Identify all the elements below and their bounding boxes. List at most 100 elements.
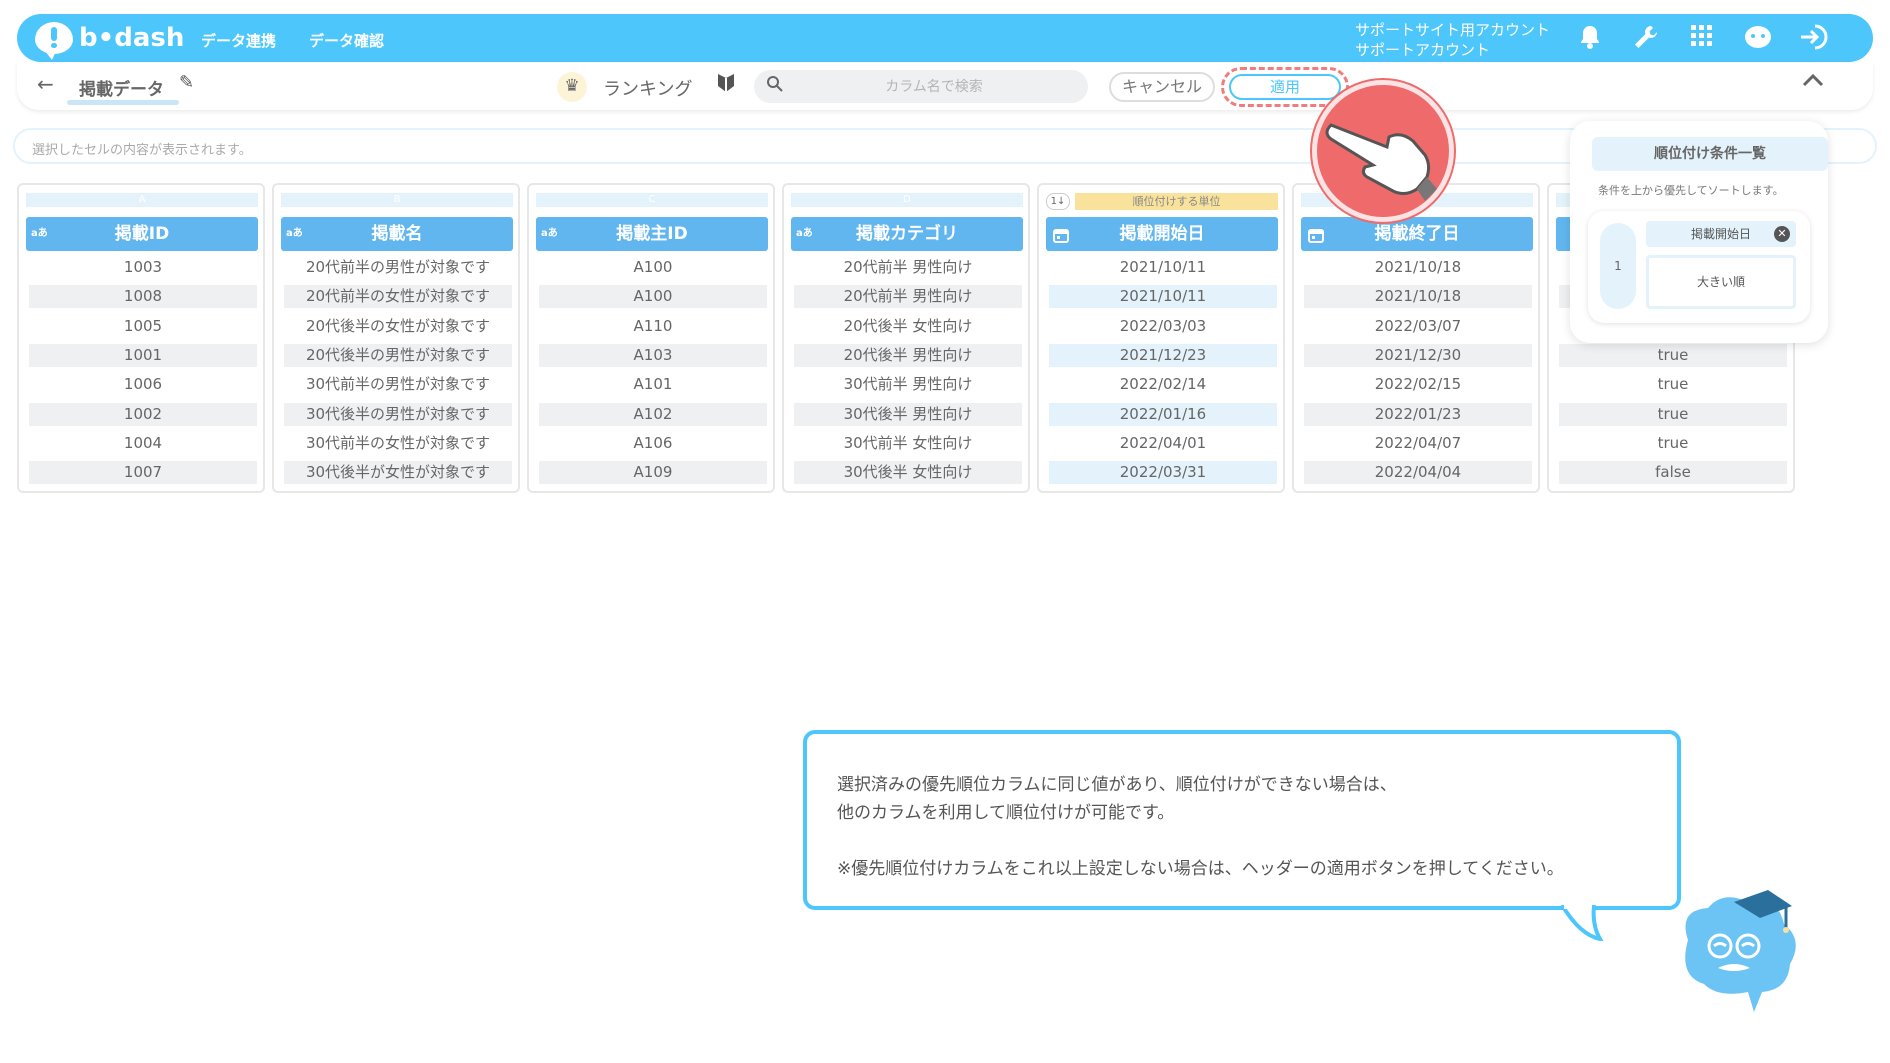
column-header-label: 掲載主ID (616, 224, 688, 244)
table-cell[interactable]: 2021/10/11 (1049, 256, 1277, 279)
table-cell[interactable]: 1008 (29, 285, 257, 309)
table-cell[interactable]: 2021/12/30 (1304, 343, 1532, 367)
table-cell[interactable]: 1004 (29, 432, 257, 455)
table-column: Daあ 掲載カテゴリ 20代前半 男性向け 20代前半 男性向け 20代後半 女性向け 2… (782, 183, 1030, 493)
column-header[interactable]: aあ 掲載主ID (536, 217, 768, 251)
column-header[interactable]: aあ 掲載カテゴリ (791, 217, 1023, 251)
priority-unit-label: 順位付けする単位 (1075, 193, 1278, 210)
table-cell[interactable]: 30代後半の男性が対象です (284, 402, 512, 426)
table-cell[interactable]: true (1559, 402, 1787, 426)
table-cell[interactable]: 2021/10/18 (1304, 256, 1532, 279)
logout-icon[interactable] (1799, 24, 1829, 54)
chevron-up-icon[interactable] (1801, 69, 1825, 94)
sort-priority-icon[interactable]: 1↓ (1046, 193, 1070, 210)
table-cell[interactable]: 30代前半 女性向け (794, 432, 1022, 455)
table-cell[interactable]: 2021/10/18 (1304, 285, 1532, 309)
mascot-chat-icon[interactable] (1743, 24, 1773, 54)
ranking-priority-number[interactable]: 1 (1600, 223, 1636, 309)
column-letter[interactable]: D (791, 193, 1023, 207)
table-cell[interactable]: 20代後半 男性向け (794, 343, 1022, 367)
table-cell[interactable]: 30代前半の女性が対象です (284, 432, 512, 455)
table-cell[interactable]: 2022/04/01 (1049, 432, 1277, 455)
table-cell[interactable]: 1003 (29, 256, 257, 279)
nav-data-integration[interactable]: データ連携 (201, 30, 276, 51)
beginner-mark-icon[interactable] (717, 72, 735, 99)
balloon-tail (1560, 905, 1604, 941)
table-cell[interactable]: A109 (539, 461, 767, 485)
crown-icon: ♛ (557, 72, 587, 102)
ranking-field-label: 掲載開始日 (1690, 227, 1751, 241)
calendar-icon (1053, 217, 1069, 251)
ranking-conditions-panel: 順位付け条件一覧 条件を上から優先してソートします。 1 掲載開始日 ✕ 大きい… (1570, 121, 1828, 343)
table-cell[interactable]: 30代前半の男性が対象です (284, 373, 512, 396)
table-cell[interactable]: true (1559, 432, 1787, 455)
close-icon[interactable]: ✕ (1774, 226, 1790, 242)
table-cell[interactable]: 1007 (29, 461, 257, 485)
table-cell[interactable]: 30代後半 男性向け (794, 402, 1022, 426)
table-cell[interactable]: A110 (539, 315, 767, 338)
table-cell[interactable]: 30代後半 女性向け (794, 461, 1022, 485)
table-cell[interactable]: 30代後半が女性が対象です (284, 461, 512, 485)
table-cell[interactable]: A103 (539, 343, 767, 367)
column-letter[interactable]: B (281, 193, 513, 207)
table-cell[interactable]: 20代後半の男性が対象です (284, 343, 512, 367)
table-cell[interactable]: 2021/12/23 (1049, 343, 1277, 367)
table-cell[interactable]: 20代前半 男性向け (794, 285, 1022, 309)
table-cell[interactable]: true (1559, 373, 1787, 396)
table-cell[interactable]: 2022/02/15 (1304, 373, 1532, 396)
column-header-label: 掲載終了日 (1374, 224, 1460, 244)
table-cell[interactable]: 2022/01/16 (1049, 402, 1277, 426)
table-cell[interactable]: A106 (539, 432, 767, 455)
column-header[interactable]: 掲載終了日 (1301, 217, 1533, 251)
cancel-button[interactable]: キャンセル (1109, 72, 1215, 102)
bdash-logo[interactable]: b•dash (35, 19, 184, 60)
table-cell[interactable]: A100 (539, 256, 767, 279)
column-letter[interactable]: C (536, 193, 768, 207)
table-cell[interactable]: 2022/03/07 (1304, 315, 1532, 338)
column-letter[interactable]: A (26, 193, 258, 207)
table-cell[interactable]: A101 (539, 373, 767, 396)
column-header[interactable]: aあ 掲載名 (281, 217, 513, 251)
column-search-input[interactable] (794, 74, 1074, 99)
table-cell[interactable]: 20代前半の女性が対象です (284, 285, 512, 309)
table-cell[interactable]: true (1559, 343, 1787, 367)
nav-data-check[interactable]: データ確認 (309, 30, 384, 51)
grid-menu-icon[interactable] (1687, 24, 1717, 54)
table-cell[interactable]: 1002 (29, 402, 257, 426)
table-cell[interactable]: 30代前半 男性向け (794, 373, 1022, 396)
data-toolbar: ← 掲載データ ✎ ♛ ランキング キャンセル 適用 (17, 62, 1873, 110)
table-cell[interactable]: false (1559, 461, 1787, 485)
table-cell[interactable]: 20代前半 男性向け (794, 256, 1022, 279)
column-header[interactable]: aあ 掲載ID (26, 217, 258, 251)
ranking-panel-title: 順位付け条件一覧 (1592, 137, 1828, 171)
table-cell[interactable]: 1005 (29, 315, 257, 338)
table-cell[interactable]: 20代前半の男性が対象です (284, 256, 512, 279)
column-search (754, 70, 1088, 103)
table-cell[interactable]: 1006 (29, 373, 257, 396)
bell-icon[interactable] (1575, 24, 1605, 54)
table-cell[interactable]: A100 (539, 285, 767, 309)
table-cell[interactable]: 20代後半の女性が対象です (284, 315, 512, 338)
ranking-order-select[interactable]: 大きい順 (1646, 255, 1796, 309)
data-name-title[interactable]: 掲載データ (79, 75, 164, 100)
pencil-edit-icon[interactable]: ✎ (179, 72, 194, 93)
wrench-icon[interactable] (1631, 24, 1661, 54)
table-cell[interactable]: 2022/04/04 (1304, 461, 1532, 485)
table-cell[interactable]: 2021/10/11 (1049, 285, 1277, 309)
table-cell[interactable]: 20代後半 女性向け (794, 315, 1022, 338)
table-cell[interactable]: 2022/04/07 (1304, 432, 1532, 455)
ranking-panel-subtitle: 条件を上から優先してソートします。 (1598, 184, 1784, 197)
table-cell[interactable]: 2022/03/03 (1049, 315, 1277, 338)
table-cell[interactable]: A102 (539, 402, 767, 426)
table-cell[interactable]: 2022/01/23 (1304, 402, 1532, 426)
column-header[interactable]: 掲載開始日 (1046, 217, 1278, 251)
table-cell[interactable]: 2022/03/31 (1049, 461, 1277, 485)
balloon-line1: 選択済みの優先順位カラムに同じ値があり、順位付けができない場合は、 (837, 775, 1397, 795)
ranking-condition-item[interactable]: 1 掲載開始日 ✕ 大きい順 (1588, 211, 1810, 323)
table-cell[interactable]: 1001 (29, 343, 257, 367)
account-info[interactable]: サポートサイト用アカウント サポートアカウント (1355, 20, 1550, 60)
table-column: Baあ 掲載名 20代前半の男性が対象です 20代前半の女性が対象です 20代後半の女性… (272, 183, 520, 493)
text-type-icon: aあ (796, 228, 813, 239)
table-cell[interactable]: 2022/02/14 (1049, 373, 1277, 396)
back-arrow-icon[interactable]: ← (37, 72, 54, 96)
